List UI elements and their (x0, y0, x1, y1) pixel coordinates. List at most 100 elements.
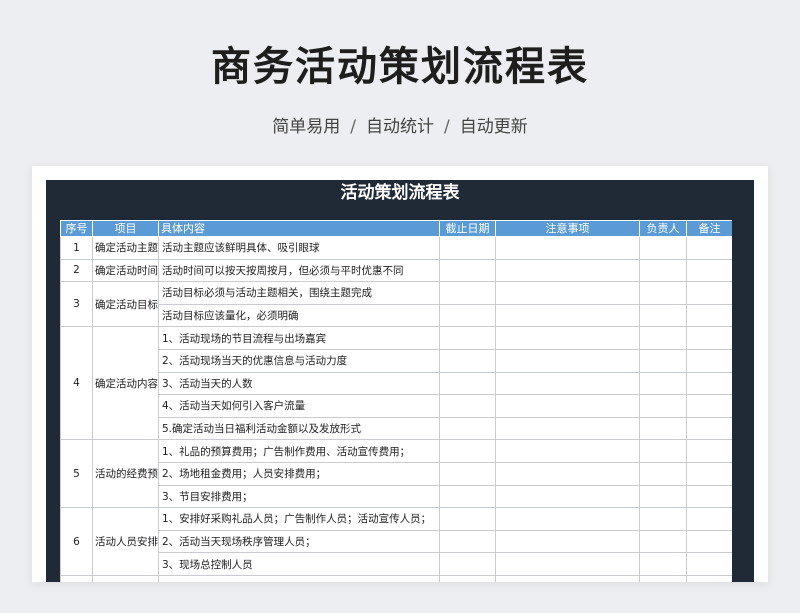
cell-content[interactable]: 5.确定活动当日福利活动金额以及发放形式 (158, 416, 440, 441)
empty-cell[interactable] (92, 574, 159, 582)
col-header-remarks[interactable]: 备注 (686, 220, 732, 237)
col-header-item[interactable]: 项目 (92, 220, 159, 237)
cell-deadline[interactable] (439, 258, 496, 283)
cell-deadline[interactable] (439, 461, 496, 486)
cell-no[interactable]: 2 (60, 258, 93, 283)
cell-item[interactable]: 确定活动目标 (92, 281, 159, 328)
cell-content[interactable]: 4、活动当天如何引入客户流量 (158, 394, 440, 418)
cell-content[interactable]: 1、安排好采购礼品人员；广告制作人员；活动宣传人员； (158, 507, 440, 531)
cell-deadline[interactable] (439, 236, 496, 260)
empty-cell[interactable] (439, 574, 496, 582)
col-header-notes[interactable]: 注意事项 (495, 220, 640, 237)
empty-cell[interactable] (60, 574, 93, 582)
cell-owner[interactable] (639, 258, 687, 283)
cell-content[interactable]: 活动主题应该鲜明具体、吸引眼球 (158, 236, 440, 260)
cell-remarks[interactable] (686, 529, 732, 554)
cell-remarks[interactable] (686, 484, 732, 509)
cell-notes[interactable] (495, 236, 640, 260)
cell-item[interactable]: 活动人员安排 (92, 507, 159, 576)
cell-no[interactable]: 3 (60, 281, 93, 328)
cell-deadline[interactable] (439, 416, 496, 441)
cell-owner[interactable] (639, 326, 687, 350)
col-header-owner[interactable]: 负责人 (639, 220, 687, 237)
cell-owner[interactable] (639, 507, 687, 531)
cell-remarks[interactable] (686, 439, 732, 463)
col-header-deadline[interactable]: 截止日期 (439, 220, 496, 237)
empty-cell[interactable] (158, 574, 440, 582)
cell-deadline[interactable] (439, 371, 496, 396)
cell-item[interactable]: 确定活动内容 (92, 326, 159, 441)
cell-remarks[interactable] (686, 236, 732, 260)
cell-remarks[interactable] (686, 371, 732, 396)
col-header-no[interactable]: 序号 (60, 220, 93, 237)
cell-content[interactable]: 2、场地租金费用；人员安排费用； (158, 461, 440, 486)
cell-notes[interactable] (495, 348, 640, 373)
cell-no[interactable]: 1 (60, 236, 93, 260)
cell-owner[interactable] (639, 371, 687, 396)
cell-remarks[interactable] (686, 552, 732, 576)
empty-cell[interactable] (495, 574, 640, 582)
cell-content[interactable]: 2、活动当天现场秩序管理人员； (158, 529, 440, 554)
cell-owner[interactable] (639, 461, 687, 486)
cell-content[interactable]: 3、活动当天的人数 (158, 371, 440, 396)
cell-item[interactable]: 活动的经费预算 (92, 439, 159, 509)
col-header-content[interactable]: 具体内容 (158, 220, 440, 237)
cell-no[interactable]: 5 (60, 439, 93, 509)
cell-notes[interactable] (495, 552, 640, 576)
cell-notes[interactable] (495, 281, 640, 305)
cell-notes[interactable] (495, 394, 640, 418)
cell-item[interactable]: 确定活动主题 (92, 236, 159, 260)
cell-notes[interactable] (495, 416, 640, 441)
cell-remarks[interactable] (686, 281, 732, 305)
cell-notes[interactable] (495, 484, 640, 509)
cell-owner[interactable] (639, 529, 687, 554)
cell-owner[interactable] (639, 303, 687, 328)
cell-notes[interactable] (495, 507, 640, 531)
cell-content[interactable]: 2、活动现场当天的优惠信息与活动力度 (158, 348, 440, 373)
cell-owner[interactable] (639, 348, 687, 373)
cell-remarks[interactable] (686, 394, 732, 418)
cell-owner[interactable] (639, 552, 687, 576)
cell-remarks[interactable] (686, 416, 732, 441)
cell-notes[interactable] (495, 326, 640, 350)
cell-deadline[interactable] (439, 552, 496, 576)
cell-content[interactable]: 1、礼品的预算费用；广告制作费用、活动宣传费用； (158, 439, 440, 463)
cell-notes[interactable] (495, 529, 640, 554)
cell-remarks[interactable] (686, 348, 732, 373)
cell-item[interactable]: 确定活动时间 (92, 258, 159, 283)
cell-owner[interactable] (639, 439, 687, 463)
cell-owner[interactable] (639, 394, 687, 418)
cell-deadline[interactable] (439, 529, 496, 554)
cell-content[interactable]: 1、活动现场的节目流程与出场嘉宾 (158, 326, 440, 350)
cell-notes[interactable] (495, 371, 640, 396)
empty-cell[interactable] (686, 574, 732, 582)
cell-deadline[interactable] (439, 348, 496, 373)
cell-owner[interactable] (639, 281, 687, 305)
cell-remarks[interactable] (686, 258, 732, 283)
cell-deadline[interactable] (439, 281, 496, 305)
cell-notes[interactable] (495, 461, 640, 486)
cell-remarks[interactable] (686, 326, 732, 350)
cell-deadline[interactable] (439, 484, 496, 509)
cell-notes[interactable] (495, 258, 640, 283)
cell-owner[interactable] (639, 484, 687, 509)
cell-content[interactable]: 活动目标应该量化，必须明确 (158, 303, 440, 328)
cell-no[interactable]: 6 (60, 507, 93, 576)
cell-deadline[interactable] (439, 507, 496, 531)
cell-remarks[interactable] (686, 507, 732, 531)
cell-deadline[interactable] (439, 326, 496, 350)
cell-notes[interactable] (495, 439, 640, 463)
cell-content[interactable]: 活动时间可以按天按周按月，但必须与平时优惠不同 (158, 258, 440, 283)
empty-cell[interactable] (639, 574, 687, 582)
cell-deadline[interactable] (439, 394, 496, 418)
cell-owner[interactable] (639, 416, 687, 441)
cell-deadline[interactable] (439, 439, 496, 463)
cell-deadline[interactable] (439, 303, 496, 328)
cell-remarks[interactable] (686, 303, 732, 328)
cell-notes[interactable] (495, 303, 640, 328)
cell-content[interactable]: 3、节目安排费用； (158, 484, 440, 509)
cell-owner[interactable] (639, 236, 687, 260)
cell-no[interactable]: 4 (60, 326, 93, 441)
cell-remarks[interactable] (686, 461, 732, 486)
cell-content[interactable]: 活动目标必须与活动主题相关，围绕主题完成 (158, 281, 440, 305)
